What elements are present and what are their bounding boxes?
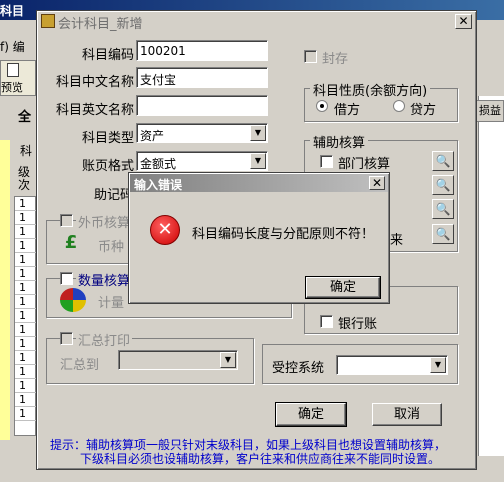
hint-line-2: 下级科目必须也设辅助核算，客户往来和供应商往来不能同时设置。 [80,452,441,466]
error-icon: ✕ [150,215,180,245]
en-name-label: 科目英文名称 [56,103,135,118]
type-select[interactable]: 资产 ▼ [136,123,268,143]
chevron-down-icon[interactable]: ▼ [250,153,266,169]
grid-row: 1 [15,239,37,253]
dept-checkbox[interactable] [320,155,333,168]
background-menu[interactable]: f) 编 [0,38,25,55]
quantity-title: 数量核算 [76,270,133,289]
credit-label: 贷方 [410,103,437,118]
background-grid-level-header: 级次 [18,165,31,192]
grid-row: 1 [15,365,37,379]
preview-tool-button[interactable]: 预览 [0,60,36,96]
close-icon: ✕ [458,14,469,28]
bank-checkbox[interactable] [320,315,333,328]
grid-row: 1 [15,225,37,239]
app-icon [41,14,55,28]
code-label: 科目编码 [82,48,135,63]
dept-label: 部门核算 [338,157,391,172]
dept-search-button[interactable]: 🔍 [432,151,454,171]
search-icon: 🔍 [435,202,451,216]
foreign-title: 外币核算 [76,212,133,231]
error-message: 科目编码长度与分配原则不符！ [192,227,375,242]
debit-label: 借方 [334,103,361,118]
aux-group-title: 辅助核算 [310,132,369,151]
error-close-button[interactable]: ✕ [369,176,385,190]
grid-row: 1 [15,309,37,323]
currency-icon: £ [60,232,82,254]
close-button[interactable]: ✕ [455,14,472,29]
search-icon: 🔍 [435,178,451,192]
aux-search-button-4[interactable]: 🔍 [432,224,454,244]
chevron-down-icon[interactable]: ▼ [430,357,446,373]
credit-radio[interactable] [393,100,405,112]
summary-title: 汇总打印 [76,330,133,349]
foreign-checkbox[interactable] [60,214,73,227]
account-dialog-title: 会计科目_新增 [58,17,143,32]
preview-label: 预览 [1,81,23,94]
controlled-system-label: 受控系统 [272,361,325,376]
chevron-down-icon[interactable]: ▼ [250,125,266,141]
ledger-format-label: 账页格式 [82,159,135,174]
background-title: 科目 [0,4,25,18]
aux-partial-label: 来 [390,233,404,248]
code-input[interactable]: 100201 [136,40,268,61]
nature-group-title: 科目性质(余额方向) [310,80,431,99]
unit-label: 计量 [98,296,125,311]
sealed-label: 封存 [322,52,349,67]
type-value: 资产 [140,129,165,143]
chevron-down-icon[interactable]: ▼ [220,352,236,368]
error-ok-button[interactable]: 确定 [305,276,381,299]
ledger-format-value: 金额式 [140,157,177,171]
grid-row: 1 [15,337,37,351]
background-grid-header: 科 [20,144,33,158]
background-right-header[interactable]: 损益 [476,100,504,122]
grid-row: 1 [15,379,37,393]
summary-checkbox[interactable] [60,332,73,345]
summary-to-select[interactable]: ▼ [118,350,238,370]
type-label: 科目类型 [82,131,135,146]
sealed-checkbox[interactable] [304,50,317,63]
summary-to-label: 汇总到 [60,358,100,373]
search-icon: 🔍 [435,154,451,168]
en-name-input[interactable] [136,95,268,116]
error-dialog-title: 输入错误 [134,178,183,192]
grid-row: 1 [15,393,37,407]
quantity-checkbox[interactable] [60,272,73,285]
background-sidebar-strip [0,140,10,440]
aux-search-button-2[interactable]: 🔍 [432,175,454,195]
background-tab[interactable]: 全 [18,106,31,125]
cn-name-input[interactable]: 支付宝 [136,67,268,88]
bank-label: 银行账 [338,317,378,332]
grid-row: 1 [15,323,37,337]
ledger-format-select[interactable]: 金额式 ▼ [136,151,268,171]
ok-button[interactable]: 确定 [275,402,347,427]
hint-line-1: 提示：辅助核算项一般只针对末级科目，如果上级科目也想设置辅助核算， [50,438,447,452]
background-right-panel [478,96,504,456]
grid-row: 1 [15,295,37,309]
preview-icon [7,63,19,77]
grid-row: 1 [15,281,37,295]
controlled-system-select[interactable]: ▼ [336,355,448,375]
grid-row: 1 [15,351,37,365]
cancel-button[interactable]: 取消 [372,403,442,426]
debit-radio[interactable] [316,100,328,112]
currency-label: 币种 [98,240,125,255]
close-icon: ✕ [371,176,383,190]
cn-name-label: 科目中文名称 [56,75,135,90]
search-icon: 🔍 [435,227,451,241]
grid-row: 1 [15,197,37,211]
aux-search-button-3[interactable]: 🔍 [432,199,454,219]
grid-row: 1 [15,407,37,421]
pie-chart-icon [60,288,86,312]
background-grid: 1 1 1 1 1 1 1 1 1 1 1 1 1 1 1 1 [14,196,37,436]
grid-row: 1 [15,267,37,281]
grid-row: 1 [15,211,37,225]
grid-row: 1 [15,253,37,267]
